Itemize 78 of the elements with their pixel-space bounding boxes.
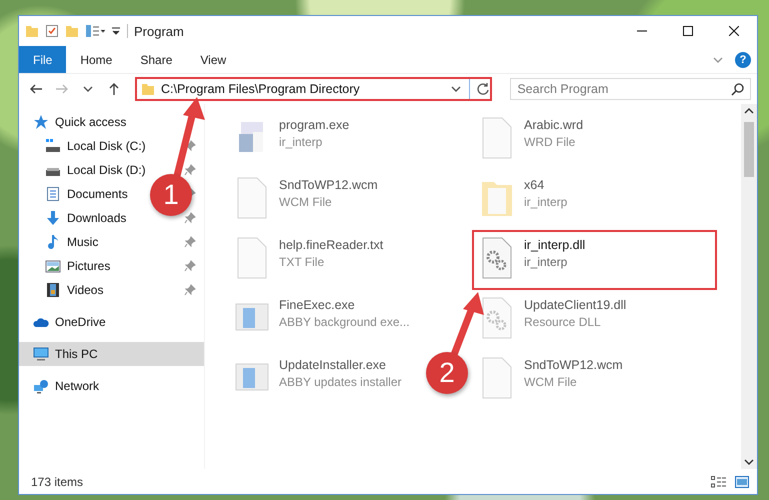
network-icon xyxy=(33,378,49,394)
file-item[interactable]: ir_interp.dll ir_interp xyxy=(472,230,717,290)
file-type: ir_interp xyxy=(524,195,568,209)
ribbon-tab[interactable]: Home xyxy=(66,46,126,73)
sidebar-item[interactable]: OneDrive xyxy=(19,310,204,334)
up-arrow-icon xyxy=(107,82,121,96)
file-name: x64 xyxy=(524,178,546,192)
sidebar-item[interactable]: Network xyxy=(19,374,204,398)
sidebar-item[interactable]: Downloads xyxy=(19,206,132,230)
file-type: WRD File xyxy=(524,135,576,149)
search-field[interactable]: Search Program xyxy=(510,78,751,100)
ribbon-tab[interactable]: View xyxy=(186,46,240,73)
sidebar-item[interactable]: Local Disk (C:) xyxy=(19,134,152,158)
document-icon xyxy=(235,236,269,280)
forward-arrow-icon xyxy=(55,82,69,96)
sidebar-item[interactable]: Local Disk (D:) xyxy=(19,158,152,182)
file-type: ABBY background exe... xyxy=(279,315,410,329)
gear-document-icon xyxy=(480,296,514,340)
scrollbar[interactable] xyxy=(741,104,757,469)
file-type: WCM File xyxy=(524,375,578,389)
file-item[interactable]: UpdateClient19.dll Resource DLL xyxy=(472,290,634,350)
document-icon xyxy=(235,176,269,220)
film-icon xyxy=(45,282,61,298)
sidebar-item[interactable]: Music xyxy=(19,230,104,254)
file-item[interactable]: FineExec.exe ABBY background exe... xyxy=(227,290,418,350)
search-icon[interactable] xyxy=(731,83,744,96)
close-icon xyxy=(729,26,739,36)
file-name: Arabic.wrd xyxy=(524,118,584,132)
properties-icon[interactable] xyxy=(85,24,105,38)
sidebar-item[interactable]: Pictures xyxy=(19,254,116,278)
file-name: FineExec.exe xyxy=(279,298,356,312)
file-type: Resource DLL xyxy=(524,315,602,329)
details-view-icon[interactable] xyxy=(711,476,727,488)
document-icon xyxy=(480,116,514,160)
sidebar-item[interactable]: Quick access xyxy=(19,110,204,134)
back-arrow-icon xyxy=(29,82,43,96)
folder-icon xyxy=(141,82,155,96)
document-icon xyxy=(480,356,514,400)
file-item[interactable]: UpdateInstaller.exe ABBY updates installer xyxy=(227,350,410,410)
scroll-thumb[interactable] xyxy=(744,122,754,177)
file-type: ir_interp xyxy=(279,135,324,149)
ribbon-tab[interactable]: Share xyxy=(126,46,186,73)
star-icon xyxy=(33,114,49,130)
file-name: help.fineReader.txt xyxy=(279,238,384,252)
document-icon xyxy=(45,186,61,202)
file-name: UpdateInstaller.exe xyxy=(279,358,388,372)
item-count: 173 items xyxy=(31,474,84,488)
file-name: SndToWP12.wcm xyxy=(279,178,378,192)
file-item[interactable]: Arabic.wrd WRD File xyxy=(472,110,592,170)
file-item[interactable]: SndToWP12.wcm WCM File xyxy=(472,350,631,410)
sidebar-item[interactable]: Documents xyxy=(19,182,134,206)
checklist-icon[interactable] xyxy=(45,24,59,38)
address-field[interactable]: C:\Program Files\Program Directory xyxy=(135,77,492,101)
monitor-icon xyxy=(33,346,49,362)
large-icons-view-icon[interactable] xyxy=(735,476,749,488)
file-item[interactable]: help.fineReader.txt TXT File xyxy=(227,230,392,290)
drive-icon xyxy=(45,138,61,154)
file-name: program.exe xyxy=(279,118,350,132)
sidebar-item[interactable]: Videos xyxy=(19,278,110,302)
file-name: UpdateClient19.dll xyxy=(524,298,626,312)
file-name: SndToWP12.wcm xyxy=(524,358,623,372)
refresh-icon[interactable] xyxy=(476,82,490,96)
sidebar-item[interactable]: This PC xyxy=(19,342,204,366)
file-name: ir_interp.dll xyxy=(524,238,586,252)
window-title: Program xyxy=(134,24,184,38)
help-button[interactable]: ? xyxy=(735,52,751,68)
file-type: ABBY updates installer xyxy=(279,375,402,389)
file-type: ir_interp xyxy=(524,255,568,269)
file-type: WCM File xyxy=(279,195,333,209)
file-item[interactable]: SndToWP12.wcm WCM File xyxy=(227,170,386,230)
maximize-icon xyxy=(683,26,693,36)
download-icon xyxy=(45,210,61,226)
file-item[interactable]: x64 ir_interp xyxy=(472,170,576,230)
picture-icon xyxy=(45,258,61,274)
file-item[interactable]: program.exe ir_interp xyxy=(227,110,358,170)
file-type: TXT File xyxy=(279,255,326,269)
ribbon-tab[interactable]: File xyxy=(19,46,66,73)
gear-document-icon xyxy=(480,236,514,280)
